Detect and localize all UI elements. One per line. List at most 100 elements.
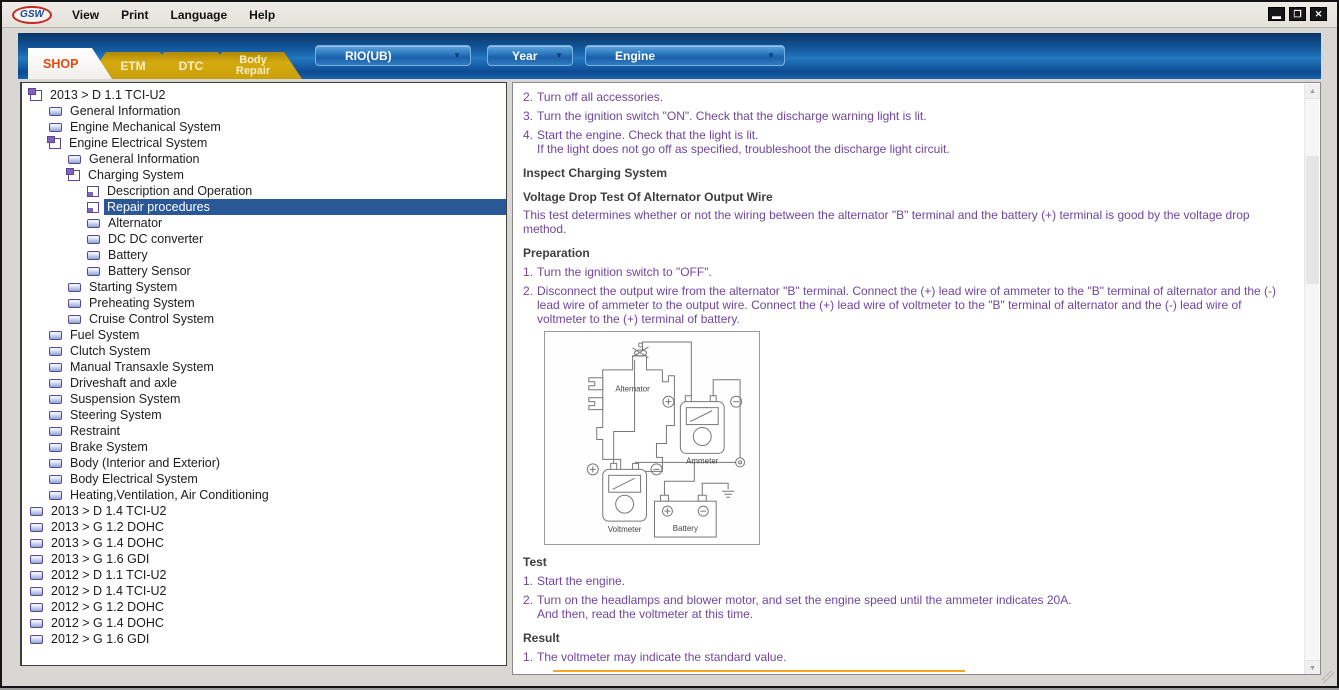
closed-node-icon	[68, 283, 81, 292]
chevron-down-icon: ▼	[555, 51, 563, 60]
gsw-logo-icon: GSW	[12, 6, 52, 24]
section-heading: Inspect Charging System	[523, 166, 1294, 180]
tree-item[interactable]: Engine Mechanical System	[22, 119, 506, 135]
open-node-icon	[49, 138, 61, 149]
closed-node-icon	[49, 363, 62, 372]
tree-item[interactable]: 2012 > G 1.4 DOHC	[22, 615, 506, 631]
closed-node-icon	[49, 123, 62, 132]
scroll-up-icon[interactable]: ▲	[1305, 84, 1320, 99]
closed-node-icon	[49, 427, 62, 436]
closed-node-icon	[30, 571, 43, 580]
tree-item[interactable]: Cruise Control System	[22, 311, 506, 327]
tree-item[interactable]: Body Electrical System	[22, 471, 506, 487]
tree-item[interactable]: DC DC converter	[22, 231, 506, 247]
closed-node-icon	[30, 619, 43, 628]
closed-node-icon	[30, 603, 43, 612]
tree-item[interactable]: General Information	[22, 103, 506, 119]
scroll-down-icon[interactable]: ▼	[1305, 660, 1320, 675]
voltmeter-label: Voltmeter	[608, 525, 642, 534]
closed-node-icon	[87, 251, 100, 260]
menu-language[interactable]: Language	[166, 6, 231, 24]
tree-item[interactable]: 2012 > D 1.1 TCI-U2	[22, 567, 506, 583]
tree-item[interactable]: Restraint	[22, 423, 506, 439]
closed-node-icon	[68, 299, 81, 308]
procedure-content: 2. Turn off all accessories. 3. Turn the…	[512, 82, 1321, 675]
tree-item[interactable]: Battery Sensor	[22, 263, 506, 279]
closed-node-icon	[49, 379, 62, 388]
tree-item[interactable]: Charging System	[22, 167, 506, 183]
scrollbar-thumb[interactable]	[1306, 156, 1319, 284]
menu-bar: GSW View Print Language Help ▬ ❐ ✕	[2, 2, 1337, 28]
spec-divider	[553, 670, 965, 672]
tree-item[interactable]: Engine Electrical System	[22, 135, 506, 151]
tree-item[interactable]: 2013 > G 1.4 DOHC	[22, 535, 506, 551]
tree-item[interactable]: Starting System	[22, 279, 506, 295]
procedure-step: 2. Disconnect the output wire from the a…	[523, 284, 1294, 326]
document-icon	[87, 202, 99, 213]
test-heading: Test	[523, 555, 1294, 569]
closed-node-icon	[30, 539, 43, 548]
chevron-down-icon: ▼	[767, 51, 775, 60]
tree-item[interactable]: General Information	[22, 151, 506, 167]
tree-item[interactable]: Clutch System	[22, 343, 506, 359]
maximize-button[interactable]: ❐	[1289, 7, 1306, 21]
content-scrollbar[interactable]: ▲ ▼	[1304, 84, 1319, 675]
tree-item-selected[interactable]: Repair procedures	[22, 199, 506, 215]
result-heading: Result	[523, 631, 1294, 645]
year-dropdown[interactable]: Year ▼	[487, 45, 573, 66]
closed-node-icon	[49, 107, 62, 116]
tree-item[interactable]: Heating,Ventilation, Air Conditioning	[22, 487, 506, 503]
tree-item[interactable]: 2013 > G 1.6 GDI	[22, 551, 506, 567]
tree-item[interactable]: 2013 > D 1.1 TCI-U2	[22, 87, 506, 103]
open-node-icon	[68, 170, 80, 181]
battery-label: Battery	[673, 524, 698, 533]
minimize-button[interactable]: ▬	[1268, 7, 1285, 21]
tree-item[interactable]: 2013 > G 1.2 DOHC	[22, 519, 506, 535]
tree-item[interactable]: Suspension System	[22, 391, 506, 407]
tree-item[interactable]: Alternator	[22, 215, 506, 231]
tree-item[interactable]: Fuel System	[22, 327, 506, 343]
tree-item[interactable]: 2013 > D 1.4 TCI-U2	[22, 503, 506, 519]
tree-item[interactable]: Body (Interior and Exterior)	[22, 455, 506, 471]
tree-item[interactable]: Preheating System	[22, 295, 506, 311]
ammeter-label: Ammeter	[686, 456, 719, 465]
tree-item[interactable]: 2012 > G 1.6 GDI	[22, 631, 506, 647]
closed-node-icon	[68, 315, 81, 324]
procedure-step: 4. Start the engine. Check that the ligh…	[523, 128, 1294, 156]
tree-item[interactable]: Battery	[22, 247, 506, 263]
tree-item[interactable]: Description and Operation	[22, 183, 506, 199]
tree-item[interactable]: Steering System	[22, 407, 506, 423]
menu-print[interactable]: Print	[117, 6, 152, 24]
closed-node-icon	[49, 395, 62, 404]
tree-item[interactable]: Brake System	[22, 439, 506, 455]
chevron-down-icon: ▼	[453, 51, 461, 60]
model-dropdown[interactable]: RIO(UB) ▼	[315, 45, 471, 66]
tree-item[interactable]: Manual Transaxle System	[22, 359, 506, 375]
navigation-tree: 2013 > D 1.1 TCI-U2 General Information …	[20, 82, 507, 666]
closed-node-icon	[49, 331, 62, 340]
closed-node-icon	[30, 555, 43, 564]
open-node-icon	[30, 90, 42, 101]
closed-node-icon	[49, 491, 62, 500]
closed-node-icon	[30, 523, 43, 532]
closed-node-icon	[49, 475, 62, 484]
closed-node-icon	[49, 411, 62, 420]
procedure-step: 1. Start the engine.	[523, 574, 1294, 588]
procedure-step: 2. Turn on the headlamps and blower moto…	[523, 593, 1294, 621]
close-button[interactable]: ✕	[1310, 7, 1327, 21]
resize-grip[interactable]	[1322, 671, 1334, 683]
wiring-diagram-figure: Alternator Ammeter Voltmeter Battery	[544, 331, 760, 545]
tab-shop[interactable]: SHOP	[28, 48, 112, 79]
window-controls: ▬ ❐ ✕	[1268, 7, 1327, 21]
tree-item[interactable]: 2012 > D 1.4 TCI-U2	[22, 583, 506, 599]
tree-item[interactable]: 2012 > G 1.2 DOHC	[22, 599, 506, 615]
preparation-heading: Preparation	[523, 246, 1294, 260]
closed-node-icon	[49, 443, 62, 452]
engine-dropdown[interactable]: Engine ▼	[585, 45, 785, 66]
menu-help[interactable]: Help	[245, 6, 279, 24]
procedure-step: 2. Turn off all accessories.	[523, 90, 1294, 104]
menu-view[interactable]: View	[68, 6, 103, 24]
tree-item[interactable]: Driveshaft and axle	[22, 375, 506, 391]
procedure-step: 1. The voltmeter may indicate the standa…	[523, 650, 1294, 664]
closed-node-icon	[87, 219, 100, 228]
